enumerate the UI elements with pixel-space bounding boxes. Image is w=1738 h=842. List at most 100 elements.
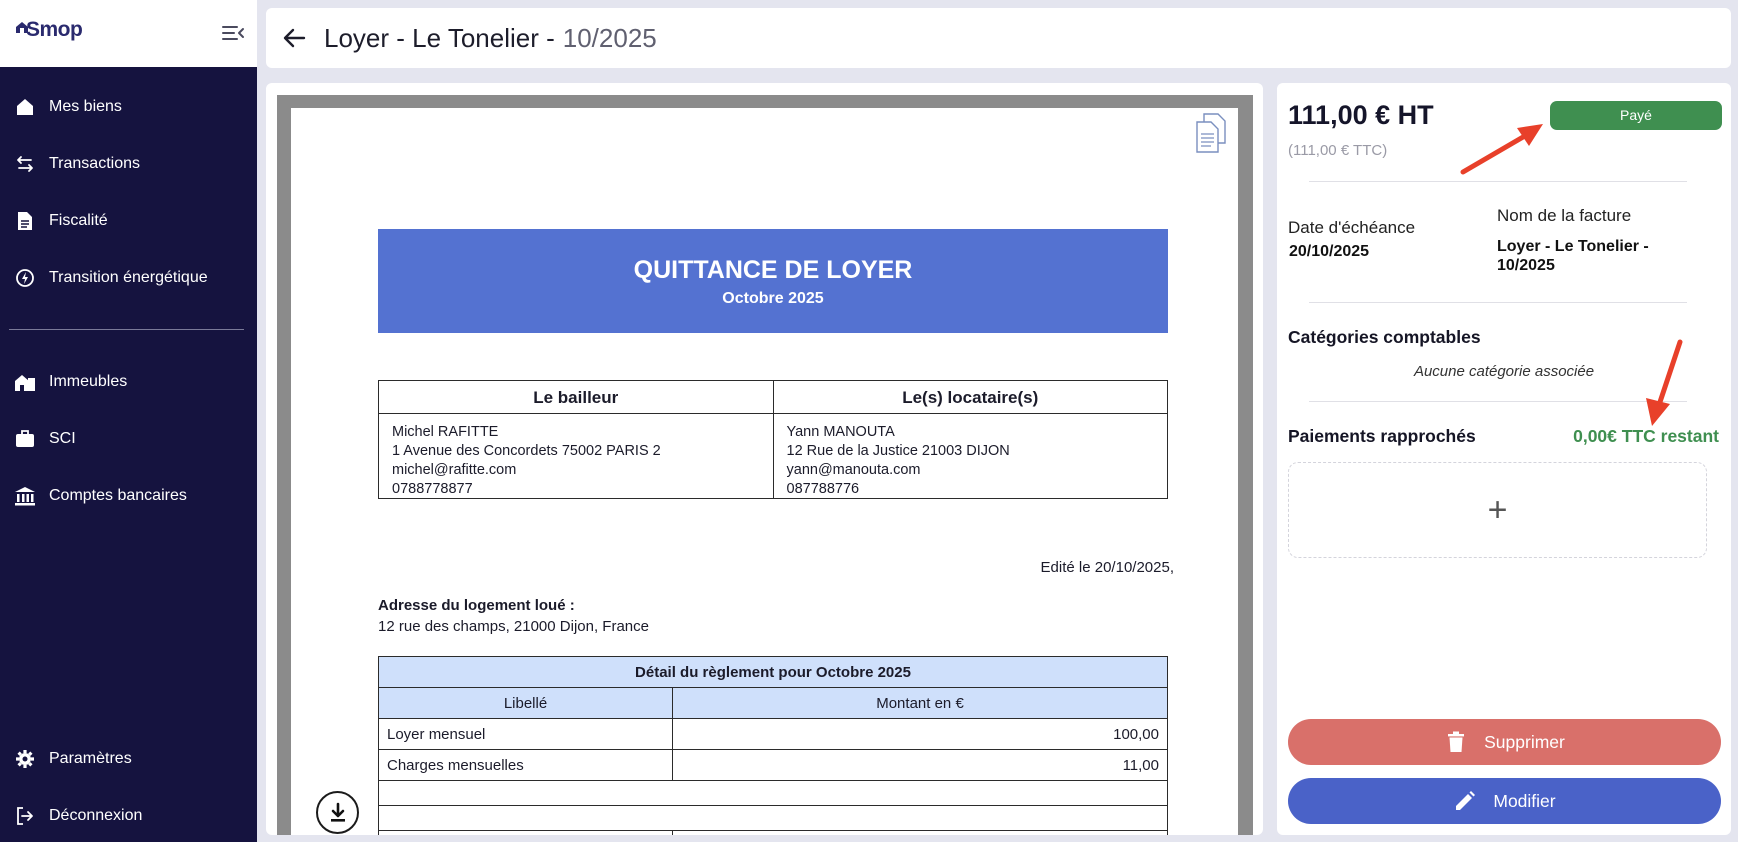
landlord-address: 1 Avenue des Concordets 75002 PARIS 2 xyxy=(392,443,661,459)
gear-icon xyxy=(14,748,36,770)
sidebar-item-label: SCI xyxy=(49,430,76,447)
parties-table: Le bailleur Michel RAFITTE 1 Avenue des … xyxy=(378,380,1168,499)
energy-icon xyxy=(14,267,36,289)
status-badge: Payé xyxy=(1550,101,1722,130)
receipt-banner: QUITTANCE DE LOYER Octobre 2025 xyxy=(378,229,1168,333)
payment-table-caption: Détail du règlement pour Octobre 2025 xyxy=(378,656,1168,688)
receipt-subtitle: Octobre 2025 xyxy=(722,290,824,307)
app-logo-text: Smop xyxy=(26,18,83,41)
row-label: Loyer mensuel xyxy=(378,718,673,750)
invoice-name-line1: Loyer - Le Tonelier - xyxy=(1497,238,1649,255)
buildings-icon xyxy=(14,371,36,393)
row-amount: 11,00 xyxy=(672,749,1168,781)
divider xyxy=(1309,401,1687,402)
sidebar-item-transactions[interactable]: Transactions xyxy=(0,144,257,184)
payment-detail-table: Détail du règlement pour Octobre 2025 Li… xyxy=(378,656,1168,835)
sidebar-item-label: Déconnexion xyxy=(49,807,143,824)
sidebar-item-immeubles[interactable]: Immeubles xyxy=(0,362,257,402)
delete-button[interactable]: Supprimer xyxy=(1288,719,1721,765)
row-amount: 100,00 xyxy=(672,718,1168,750)
amount-ttc: (111,00 € TTC) xyxy=(1288,142,1388,159)
tenant-name: Yann MANOUTA xyxy=(786,424,895,440)
document-preview-panel: QUITTANCE DE LOYER Octobre 2025 Le baill… xyxy=(266,83,1263,835)
rental-address-label: Adresse du logement loué : xyxy=(378,597,575,614)
table-row: Charges mensuelles 11,00 xyxy=(378,749,1168,781)
page-title: Loyer - Le Tonelier -10/2025 xyxy=(324,23,657,54)
collapse-sidebar-icon[interactable] xyxy=(221,22,245,44)
edit-button-label: Modifier xyxy=(1493,790,1556,811)
app-logo[interactable]: Smop xyxy=(15,18,83,42)
divider xyxy=(1309,181,1687,182)
landlord-block: Le bailleur Michel RAFITTE 1 Avenue des … xyxy=(379,381,773,498)
sidebar-item-parametres[interactable]: Paramètres xyxy=(0,739,257,779)
sidebar-item-label: Comptes bancaires xyxy=(49,487,187,504)
due-date-label: Date d'échéance xyxy=(1288,218,1416,237)
tenant-email: yann@manouta.com xyxy=(786,462,921,478)
tenant-block: Le(s) locataire(s) Yann MANOUTA 12 Rue d… xyxy=(772,381,1167,498)
delete-button-label: Supprimer xyxy=(1484,731,1565,752)
edited-date: Edité le 20/10/2025, xyxy=(1040,559,1174,576)
rental-address-value: 12 rue des champs, 21000 Dijon, France xyxy=(378,618,649,635)
sidebar: Smop Mes biens Transactions Fiscalité Tr… xyxy=(0,0,257,842)
remaining-amount: 0,00€ TTC restant xyxy=(1573,426,1719,446)
page-title-period: 10/2025 xyxy=(562,22,657,53)
back-arrow-icon[interactable] xyxy=(282,25,308,51)
add-payment-button[interactable]: + xyxy=(1288,462,1707,558)
home-icon xyxy=(14,96,36,118)
column-header-label: Libellé xyxy=(378,687,673,719)
plus-icon: + xyxy=(1487,490,1508,529)
sidebar-item-label: Fiscalité xyxy=(49,212,108,229)
document-viewer[interactable]: QUITTANCE DE LOYER Octobre 2025 Le baill… xyxy=(277,95,1253,835)
document-icon xyxy=(14,210,36,232)
download-icon xyxy=(330,802,345,822)
logout-icon xyxy=(14,805,36,827)
sidebar-item-mes-biens[interactable]: Mes biens xyxy=(0,87,257,127)
landlord-heading: Le bailleur xyxy=(379,381,773,414)
pencil-icon xyxy=(1453,789,1477,813)
tenant-heading: Le(s) locataire(s) xyxy=(773,381,1167,414)
sidebar-item-label: Immeubles xyxy=(49,373,128,390)
sidebar-item-label: Transactions xyxy=(49,155,140,172)
invoice-name-label: Nom de la facture xyxy=(1497,206,1632,225)
trash-icon xyxy=(1444,730,1468,754)
invoice-details-panel: 111,00 € HT (111,00 € TTC) Payé Date d'é… xyxy=(1277,83,1731,835)
sidebar-item-deconnexion[interactable]: Déconnexion xyxy=(0,796,257,836)
download-button[interactable] xyxy=(316,791,359,834)
invoice-name-line2: 10/2025 xyxy=(1497,257,1555,274)
column-header-amount: Montant en € xyxy=(672,687,1168,719)
page-header: Loyer - Le Tonelier -10/2025 xyxy=(266,8,1731,68)
sidebar-item-label: Mes biens xyxy=(49,98,122,115)
tenant-phone: 087788776 xyxy=(786,481,860,497)
sidebar-item-fiscalite[interactable]: Fiscalité xyxy=(0,201,257,241)
copy-document-icon[interactable] xyxy=(1194,113,1228,153)
sidebar-item-label: Transition énergétique xyxy=(49,269,208,286)
sidebar-item-comptes-bancaires[interactable]: Comptes bancaires xyxy=(0,476,257,516)
table-row: Loyer mensuel 100,00 xyxy=(378,718,1168,750)
briefcase-icon xyxy=(14,428,36,450)
due-date-value: 20/10/2025 xyxy=(1289,243,1370,260)
receipt-title: QUITTANCE DE LOYER xyxy=(633,256,913,284)
bank-icon xyxy=(14,485,36,507)
table-row-empty xyxy=(378,805,1168,831)
receipt-page: QUITTANCE DE LOYER Octobre 2025 Le baill… xyxy=(291,108,1238,835)
sidebar-divider xyxy=(9,329,244,330)
page-title-main: Loyer - Le Tonelier - xyxy=(324,22,555,53)
amount-ht: 111,00 € HT xyxy=(1288,100,1434,130)
logo-bar: Smop xyxy=(0,0,257,67)
landlord-name: Michel RAFITTE xyxy=(392,424,499,440)
no-category-text: Aucune catégorie associée xyxy=(1413,363,1595,380)
table-row-empty xyxy=(378,780,1168,806)
sidebar-item-transition-energetique[interactable]: Transition énergétique xyxy=(0,258,257,298)
tenant-address: 12 Rue de la Justice 21003 DIJON xyxy=(786,443,1010,459)
swap-arrows-icon xyxy=(14,153,36,175)
sidebar-item-label: Paramètres xyxy=(49,750,132,767)
sidebar-item-sci[interactable]: SCI xyxy=(0,419,257,459)
reconciled-payments-title: Paiements rapprochés xyxy=(1288,426,1476,446)
landlord-email: michel@rafitte.com xyxy=(392,462,517,478)
landlord-phone: 0788778877 xyxy=(392,481,473,497)
row-label: Charges mensuelles xyxy=(378,749,673,781)
accounting-categories-title: Catégories comptables xyxy=(1288,327,1481,347)
divider xyxy=(1309,302,1687,303)
table-row-empty xyxy=(378,830,1168,835)
edit-button[interactable]: Modifier xyxy=(1288,778,1721,824)
